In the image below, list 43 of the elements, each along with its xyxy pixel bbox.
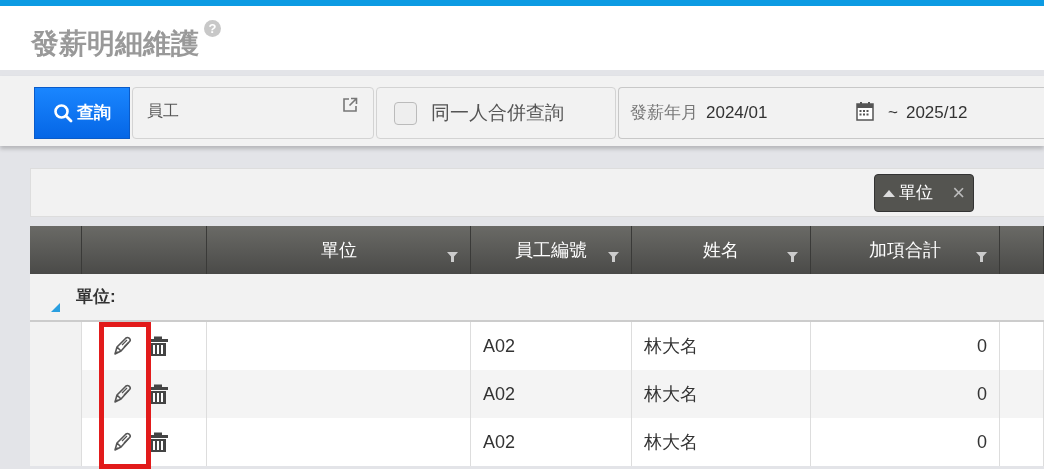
checkbox-label: 同一人合併查詢 [431, 100, 564, 125]
close-button[interactable]: × [952, 181, 965, 204]
external-link-icon[interactable] [342, 97, 358, 113]
delete-icon[interactable] [148, 336, 168, 356]
search-icon [53, 103, 73, 123]
column-header[interactable]: 員工編號 [471, 226, 632, 274]
page-title: 發薪明細維護 [31, 30, 199, 58]
table-cell [1000, 322, 1044, 370]
edit-icon[interactable] [113, 384, 133, 404]
group-label: 單位: [76, 286, 116, 309]
delete-icon[interactable] [148, 432, 168, 452]
table-cell: A02 [471, 418, 632, 466]
filter-icon[interactable] [787, 252, 798, 262]
range-separator: ~ [888, 102, 898, 124]
table-cell: 林大名 [632, 370, 811, 418]
table-cell: 0 [811, 418, 1000, 466]
field-label: 發薪年月 [630, 102, 698, 124]
column-header[interactable]: 單位 [207, 226, 471, 274]
group-chip[interactable]: 單位 × [874, 173, 974, 212]
delete-icon[interactable] [148, 384, 168, 404]
filter-icon[interactable] [447, 252, 458, 262]
filter-icon[interactable] [608, 252, 619, 262]
search-button[interactable]: 查詢 [34, 87, 130, 139]
table-cell: 0 [811, 370, 1000, 418]
table-cell: 0 [811, 322, 1000, 370]
edit-icon[interactable] [113, 432, 133, 452]
column-header[interactable]: 加項合計 [811, 226, 1000, 274]
calendar-icon[interactable] [856, 101, 874, 121]
date-value[interactable]: 2025/12 [905, 100, 968, 126]
table-cell [1000, 370, 1044, 418]
table-cell [1000, 418, 1044, 466]
table-cell: 林大名 [632, 322, 811, 370]
table-cell: 林大名 [632, 418, 811, 466]
employee-field[interactable]: 員工 [132, 87, 374, 139]
table-cell: A02 [471, 322, 632, 370]
edit-icon[interactable] [113, 336, 133, 356]
date-value[interactable]: 2024/01 [706, 100, 856, 126]
filter-icon[interactable] [976, 252, 987, 262]
expand-icon[interactable] [51, 303, 60, 312]
group-header-row[interactable]: 單位: [30, 274, 1044, 322]
table-cell: A02 [471, 370, 632, 418]
checkbox[interactable] [394, 101, 417, 125]
column-header[interactable]: 姓名 [632, 226, 811, 274]
